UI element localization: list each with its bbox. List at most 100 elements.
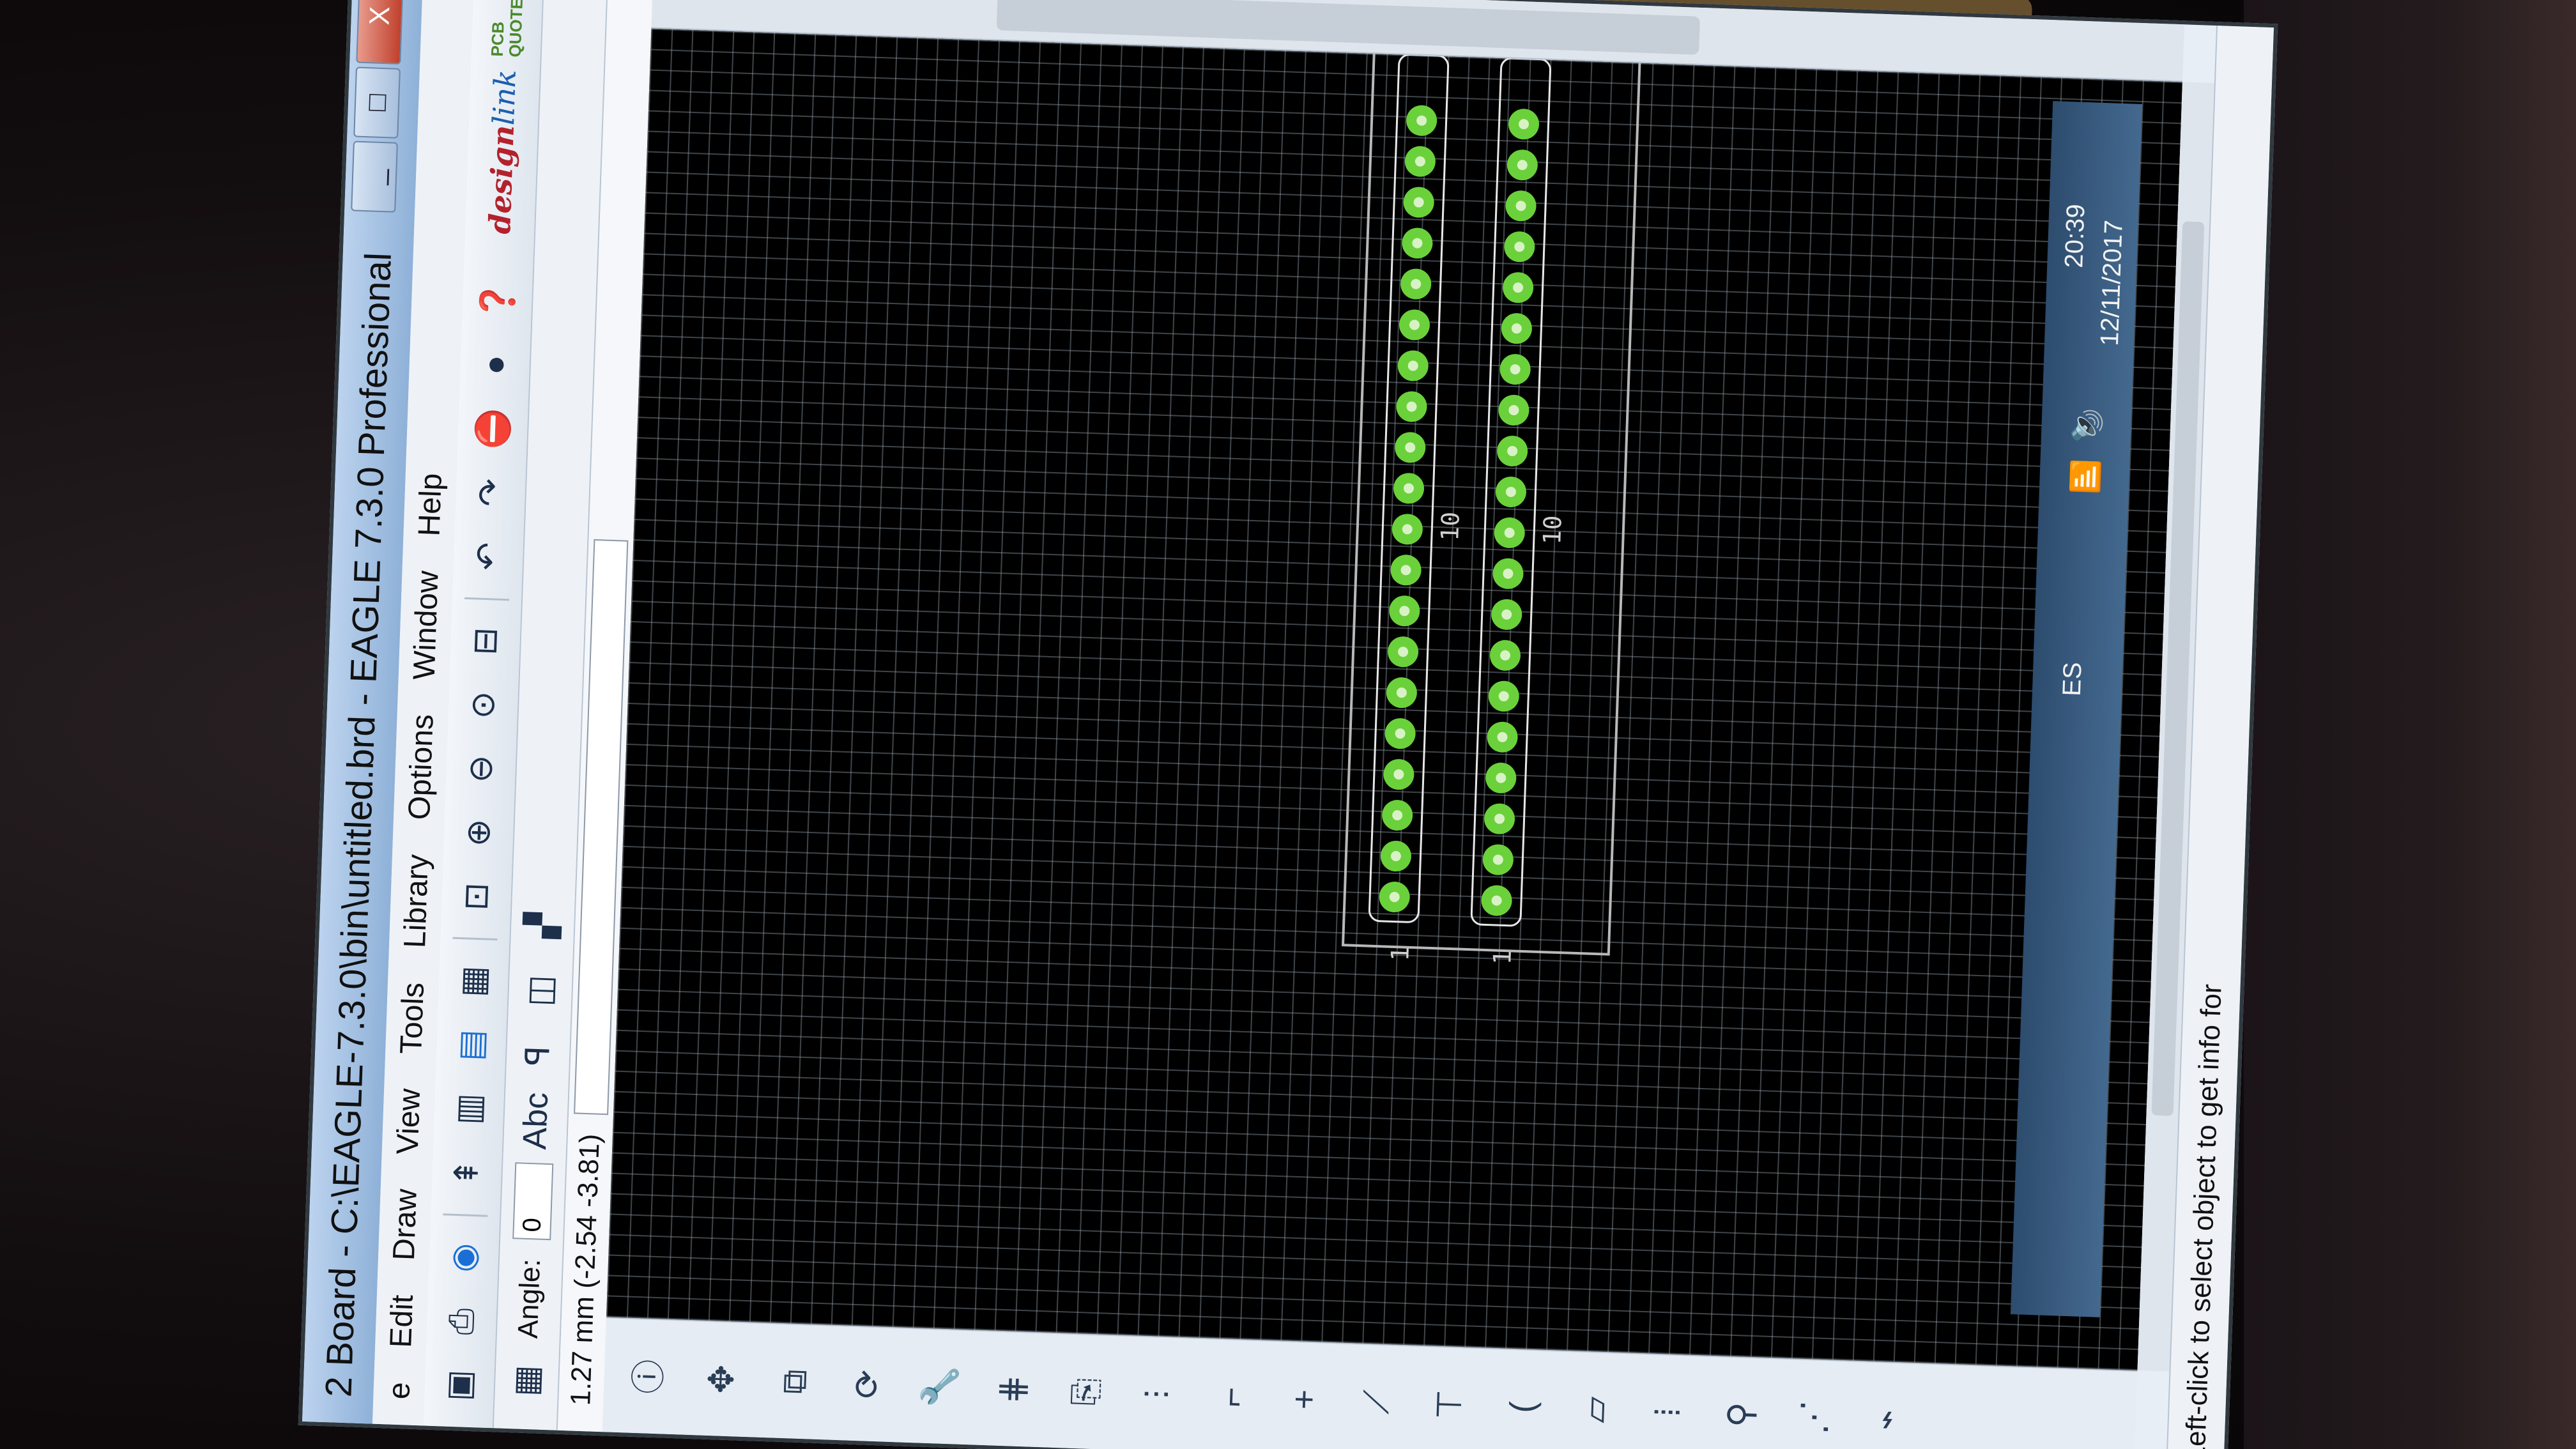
pad[interactable] bbox=[1374, 876, 1416, 918]
info-icon[interactable]: ⓘ bbox=[622, 1350, 675, 1403]
pad[interactable] bbox=[1492, 389, 1535, 431]
save-icon[interactable]: ▣ bbox=[436, 1362, 483, 1408]
pcb-quote-button[interactable]: PCB QUOTE bbox=[487, 0, 527, 57]
menu-draw[interactable]: Draw bbox=[386, 1188, 424, 1261]
menu-library[interactable]: Library bbox=[397, 854, 435, 949]
menu-window[interactable]: Window bbox=[406, 570, 445, 680]
board-icon[interactable]: ▦ bbox=[450, 958, 497, 1004]
layer-icon[interactable]: ⇞ bbox=[443, 1150, 491, 1196]
pad[interactable] bbox=[1388, 467, 1430, 509]
wire-icon[interactable]: ⊤ bbox=[1423, 1378, 1476, 1431]
change-icon[interactable]: 🔧 bbox=[914, 1360, 967, 1413]
pad[interactable] bbox=[1496, 307, 1538, 349]
text-mirror-icon[interactable]: ꟼ bbox=[514, 1032, 562, 1079]
menu-view[interactable]: View bbox=[390, 1088, 427, 1155]
menu-file[interactable]: e bbox=[381, 1381, 417, 1400]
go-icon[interactable]: ● bbox=[471, 342, 519, 388]
pad[interactable] bbox=[1395, 263, 1437, 305]
cam-icon[interactable]: ◉ bbox=[440, 1234, 487, 1280]
pad[interactable] bbox=[1503, 103, 1545, 145]
via-icon[interactable]: ⁞ bbox=[1641, 1386, 1694, 1439]
paste-icon[interactable]: ⎘ bbox=[1059, 1365, 1112, 1418]
redo-icon[interactable]: ↷ bbox=[467, 470, 514, 516]
arc-icon[interactable]: ( bbox=[1496, 1381, 1549, 1434]
menu-tools[interactable]: Tools bbox=[394, 982, 431, 1055]
pad[interactable] bbox=[1398, 181, 1440, 224]
pad[interactable] bbox=[1497, 266, 1539, 309]
pad[interactable] bbox=[1396, 222, 1438, 264]
pad[interactable] bbox=[1400, 100, 1443, 142]
pad[interactable] bbox=[1484, 634, 1526, 677]
pad[interactable] bbox=[1375, 835, 1417, 877]
pad[interactable] bbox=[1487, 553, 1529, 595]
pad[interactable] bbox=[1377, 753, 1420, 795]
smash-icon[interactable]: ⫶ bbox=[1132, 1368, 1185, 1421]
pad[interactable] bbox=[1490, 471, 1532, 513]
text-orientation-button[interactable]: Abc bbox=[512, 1092, 559, 1151]
minimize-button[interactable]: _ bbox=[351, 141, 398, 213]
stop-icon[interactable]: ⛔ bbox=[469, 406, 516, 452]
pad[interactable] bbox=[1379, 712, 1422, 755]
pad[interactable] bbox=[1498, 226, 1540, 268]
pad[interactable] bbox=[1392, 344, 1434, 387]
zoom-out-icon[interactable]: ⊖ bbox=[457, 746, 505, 792]
pad[interactable] bbox=[1382, 631, 1424, 673]
designlink-area[interactable]: designlink PCB QUOTE bbox=[482, 0, 527, 234]
pad[interactable] bbox=[1477, 839, 1519, 881]
pad[interactable] bbox=[1485, 594, 1528, 636]
copy-icon[interactable]: ⧉ bbox=[768, 1355, 821, 1408]
print-icon[interactable]: ⎙ bbox=[438, 1298, 485, 1344]
angle-select[interactable]: 0 bbox=[512, 1162, 554, 1241]
layout-grid-icon[interactable]: ▞ bbox=[519, 901, 566, 949]
menu-help[interactable]: Help bbox=[411, 473, 448, 537]
move-icon[interactable]: ✥ bbox=[695, 1353, 748, 1406]
auto-icon[interactable]: ⌁ bbox=[1860, 1393, 1913, 1446]
pad[interactable] bbox=[1386, 508, 1429, 550]
rotate-icon[interactable]: ⟳ bbox=[841, 1358, 894, 1411]
group-icon[interactable]: ⋕ bbox=[986, 1363, 1039, 1416]
pad[interactable] bbox=[1480, 757, 1522, 799]
route-icon[interactable]: ⟋ bbox=[1351, 1376, 1404, 1429]
pad[interactable] bbox=[1494, 348, 1537, 390]
pad[interactable] bbox=[1384, 549, 1427, 591]
pad[interactable] bbox=[1483, 675, 1525, 717]
zoom-fit-icon[interactable]: ⊡ bbox=[453, 873, 500, 919]
menu-edit[interactable]: Edit bbox=[383, 1294, 420, 1349]
help-icon[interactable]: ❓ bbox=[473, 278, 521, 324]
pad[interactable] bbox=[1390, 385, 1432, 427]
pad[interactable] bbox=[1475, 879, 1517, 921]
pad[interactable] bbox=[1383, 590, 1425, 632]
pad[interactable] bbox=[1399, 141, 1441, 183]
pad[interactable] bbox=[1478, 798, 1521, 840]
zoom-select-icon[interactable]: ⊟ bbox=[462, 618, 509, 664]
pad[interactable] bbox=[1489, 512, 1531, 554]
pad[interactable] bbox=[1389, 426, 1431, 468]
zoom-in-icon[interactable]: ⊕ bbox=[455, 809, 502, 855]
split-icon[interactable]: + bbox=[1278, 1373, 1331, 1426]
pad[interactable] bbox=[1499, 185, 1542, 227]
menu-options[interactable]: Options bbox=[401, 714, 440, 820]
miter-icon[interactable]: ⌐ bbox=[1205, 1370, 1258, 1423]
language-indicator[interactable]: ES bbox=[2058, 662, 2088, 697]
pad[interactable] bbox=[1376, 794, 1418, 836]
layout-toggle-icon[interactable]: ◫ bbox=[517, 967, 564, 1014]
ratsnest-icon[interactable]: ⋰ bbox=[1787, 1391, 1840, 1444]
signal-icon[interactable]: ⚲ bbox=[1714, 1388, 1767, 1441]
schematic-icon[interactable]: ▤ bbox=[448, 1022, 495, 1068]
maximize-button[interactable]: □ bbox=[353, 66, 401, 139]
pad[interactable] bbox=[1381, 671, 1423, 714]
board-canvas[interactable]: 1 10 20 1 10 20 bbox=[606, 28, 2182, 1371]
pad[interactable] bbox=[1491, 430, 1533, 472]
grid-icon[interactable]: ▦ bbox=[503, 1357, 550, 1404]
volume-icon[interactable]: 🔊 bbox=[2069, 408, 2106, 443]
close-button[interactable]: X bbox=[356, 0, 404, 65]
polygon-icon[interactable]: ▱ bbox=[1568, 1383, 1621, 1436]
script-icon[interactable]: ▥ bbox=[445, 1086, 493, 1132]
pad[interactable] bbox=[1393, 303, 1436, 346]
eagle-window: 2 Board - C:\EAGLE-7.3.0\bin\untitled.br… bbox=[298, 0, 2278, 1449]
zoom-redraw-icon[interactable]: ⊙ bbox=[459, 682, 507, 728]
pad[interactable] bbox=[1481, 716, 1523, 758]
pad[interactable] bbox=[1501, 144, 1544, 186]
network-icon[interactable]: 📶 bbox=[2067, 459, 2104, 494]
undo-icon[interactable]: ↶ bbox=[464, 533, 512, 579]
